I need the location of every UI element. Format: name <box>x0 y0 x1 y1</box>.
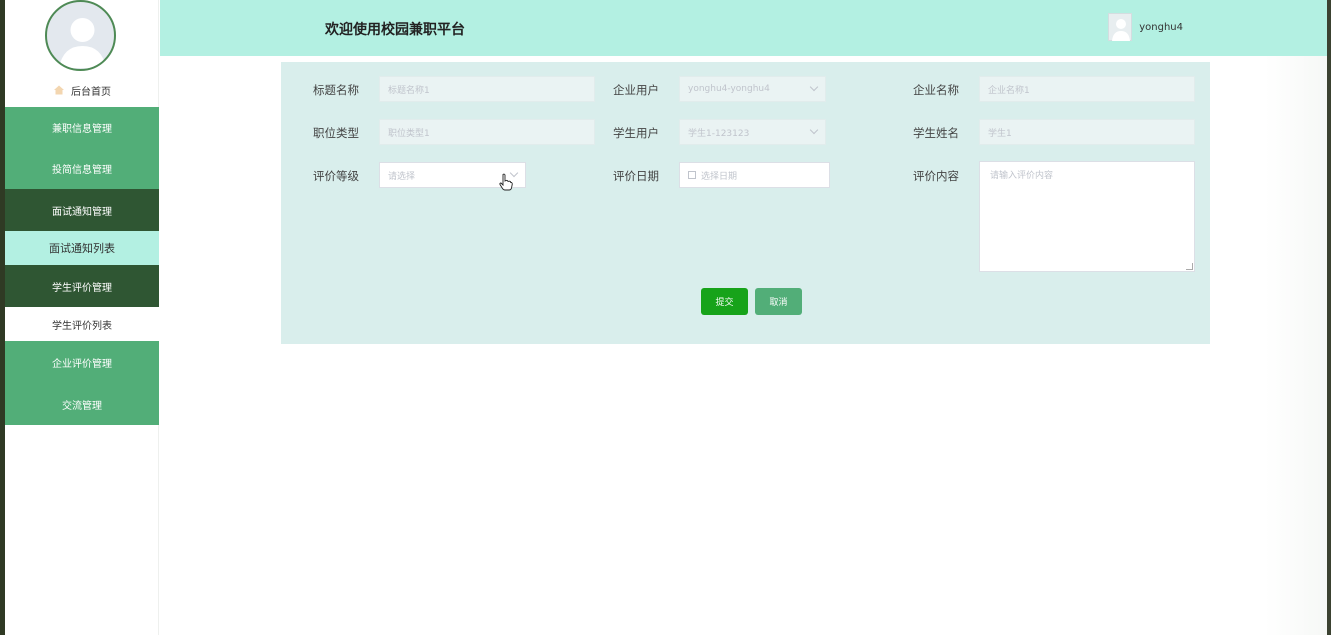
avatar-icon <box>59 18 106 68</box>
title-input[interactable]: 标题名称1 <box>379 76 595 102</box>
sidebar: 后台首页 兼职信息管理 投简信息管理 面试通知管理 面试通知列表 学生评价管理 … <box>5 0 159 635</box>
chevron-down-icon <box>809 82 819 92</box>
company-name-input[interactable]: 企业名称1 <box>979 76 1195 102</box>
title-label: 标题名称 <box>313 83 359 97</box>
top-header: 欢迎使用校园兼职平台 yonghu4 <box>160 0 1327 56</box>
sidebar-item-label: 面试通知列表 <box>49 242 115 255</box>
sidebar-item-student-review[interactable]: 学生评价管理 <box>5 265 159 307</box>
sidebar-item-label: 兼职信息管理 <box>52 124 112 135</box>
sidebar-item-label: 交流管理 <box>62 400 102 412</box>
rating-label: 评价等级 <box>313 169 359 183</box>
user-menu[interactable]: yonghu4 <box>1108 13 1183 41</box>
browser-window: 后台首页 兼职信息管理 投简信息管理 面试通知管理 面试通知列表 学生评价管理 … <box>5 0 1327 635</box>
home-icon <box>54 85 64 95</box>
scroll-gutter <box>1265 56 1327 635</box>
sidebar-item-label: 学生评价列表 <box>52 320 112 332</box>
company-name-value: 企业名称1 <box>988 85 1030 96</box>
student-name-label: 学生姓名 <box>913 126 959 140</box>
student-user-value: 学生1-123123 <box>688 128 750 139</box>
position-type-input[interactable]: 职位类型1 <box>379 119 595 145</box>
sidebar-item-label: 投简信息管理 <box>52 165 112 176</box>
sidebar-item-job-info[interactable]: 兼职信息管理 <box>5 107 159 148</box>
desktop-background-right <box>1327 0 1331 635</box>
company-user-label: 企业用户 <box>613 83 659 97</box>
date-picker[interactable]: 选择日期 <box>679 162 830 188</box>
cancel-button[interactable]: 取消 <box>755 288 802 315</box>
company-user-select[interactable]: yonghu4-yonghu4 <box>679 76 826 102</box>
sidebar-item-company-review[interactable]: 企业评价管理 <box>5 341 159 383</box>
user-avatar-icon <box>1108 13 1133 41</box>
calendar-icon <box>688 171 696 179</box>
student-user-label: 学生用户 <box>613 126 659 140</box>
hand-cursor-icon <box>499 173 513 191</box>
submit-button[interactable]: 提交 <box>701 288 748 315</box>
chevron-down-icon <box>809 125 819 135</box>
sidebar-subitem-student-review-list[interactable]: 学生评价列表 <box>5 307 159 341</box>
sidebar-avatar <box>45 0 116 71</box>
sidebar-item-label: 企业评价管理 <box>52 358 112 370</box>
title-value: 标题名称1 <box>388 85 430 96</box>
sidebar-item-label: 学生评价管理 <box>52 282 112 294</box>
sidebar-home-label: 后台首页 <box>71 86 111 98</box>
sidebar-menu: 兼职信息管理 投简信息管理 面试通知管理 面试通知列表 学生评价管理 学生评价列… <box>5 107 159 425</box>
username: yonghu4 <box>1139 21 1183 33</box>
rating-placeholder: 请选择 <box>388 171 416 182</box>
position-type-value: 职位类型1 <box>388 128 430 139</box>
sidebar-item-communication[interactable]: 交流管理 <box>5 383 159 425</box>
student-user-select[interactable]: 学生1-123123 <box>679 119 826 145</box>
student-name-input[interactable]: 学生1 <box>979 119 1195 145</box>
position-type-label: 职位类型 <box>313 126 359 140</box>
resize-handle-icon[interactable] <box>1186 263 1193 270</box>
student-name-value: 学生1 <box>988 128 1012 139</box>
sidebar-item-interview-notice[interactable]: 面试通知管理 <box>5 189 159 231</box>
company-name-label: 企业名称 <box>913 83 959 97</box>
review-form: 标题名称 标题名称1 企业用户 yonghu4-yonghu4 企业名称 企业名… <box>281 62 1210 344</box>
sidebar-home-link[interactable]: 后台首页 <box>5 80 159 100</box>
date-label: 评价日期 <box>613 169 659 183</box>
content-label: 评价内容 <box>913 169 959 183</box>
screen: Ⅰ ⁝ 后台首页 兼职信息管理 投简信息管理 面试通知管理 面 <box>0 0 1331 635</box>
sidebar-item-label: 面试通知管理 <box>52 206 112 218</box>
company-user-value: yonghu4-yonghu4 <box>688 84 770 94</box>
content-placeholder: 请输入评价内容 <box>990 171 1054 181</box>
content-textarea[interactable]: 请输入评价内容 <box>979 161 1195 272</box>
date-placeholder: 选择日期 <box>701 171 738 182</box>
sidebar-item-resume-info[interactable]: 投简信息管理 <box>5 148 159 189</box>
sidebar-subitem-interview-notice-list[interactable]: 面试通知列表 <box>5 231 159 265</box>
page-title: 欢迎使用校园兼职平台 <box>325 22 465 38</box>
